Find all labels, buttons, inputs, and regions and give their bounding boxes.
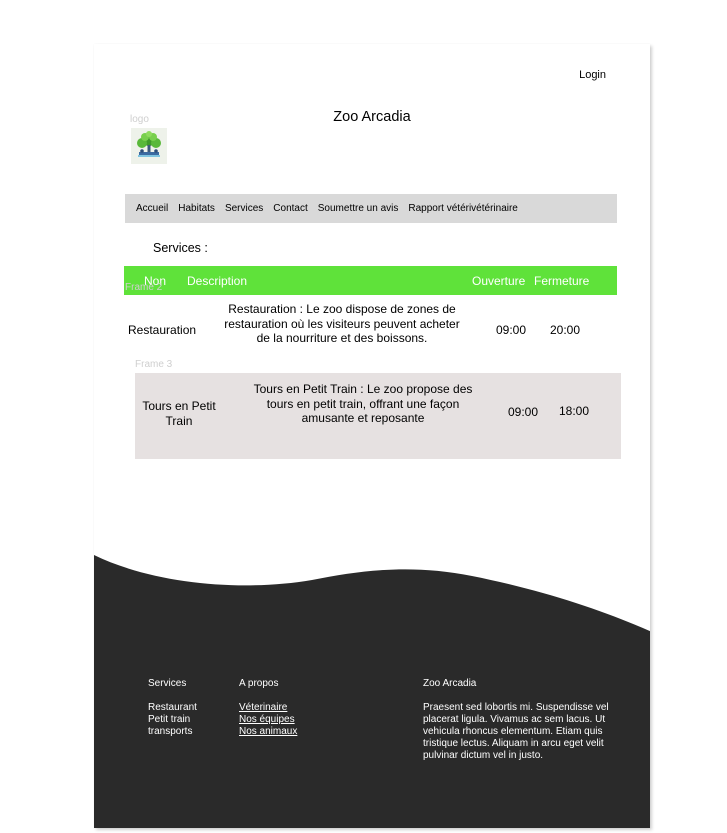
site-title: Zoo Arcadia (333, 109, 411, 125)
footer-brand-column: Zoo Arcadia Praesent sed lobortis mi. Su… (423, 678, 621, 762)
footer-link-nos-equipes[interactable]: Nos équipes (239, 714, 297, 726)
row-1-description: Restauration : Le zoo dispose de zones d… (224, 302, 460, 345)
nav-item-rapport-veterinaire[interactable]: Rapport vétérivétérinaire (403, 203, 523, 214)
footer-link-veterinaire[interactable]: Véterinaire (239, 702, 297, 714)
logo-image[interactable] (131, 128, 167, 164)
frame-label-2: Frame 2 (125, 282, 163, 293)
footer-services-title: Services (148, 678, 187, 689)
footer-services-item: Restaurant (148, 702, 197, 713)
nav-item-contact[interactable]: Contact (268, 203, 312, 214)
footer-services-item: Petit train (148, 714, 191, 725)
footer-apropos-column: A propos Véterinaire Nos équipes Nos ani… (239, 678, 297, 738)
row-1-ouverture: 09:00 (496, 323, 527, 337)
footer-link-nos-animaux[interactable]: Nos animaux (239, 726, 297, 738)
row-2-fermeture: 18:00 (559, 404, 590, 418)
footer-apropos-title: A propos (239, 678, 279, 689)
column-header-ouverture: Ouverture (472, 274, 526, 288)
login-link[interactable]: Login (579, 69, 606, 81)
services-table-header: Non Description Ouverture Fermeture (124, 266, 617, 295)
page-card: Login Zoo Arcadia logo Accueil Habitats … (94, 44, 650, 828)
row-2-description: Tours en Petit Train : Le zoo propose de… (253, 382, 473, 425)
row-2-ouverture: 09:00 (508, 405, 539, 419)
nav-item-habitats[interactable]: Habitats (173, 203, 220, 214)
row-2-nom: Tours en Petit Train (142, 399, 216, 428)
footer-brand-text: Praesent sed lobortis mi. Suspendisse ve… (423, 702, 609, 761)
logo-label: logo (130, 114, 149, 125)
frame-label-3: Frame 3 (135, 359, 173, 370)
footer-services-item: transports (148, 726, 193, 737)
row-1-nom: Restauration (128, 323, 197, 337)
services-section-title: Services : (153, 241, 208, 255)
nav-item-soumettre-avis[interactable]: Soumettre un avis (313, 203, 404, 214)
tree-logo-icon (131, 128, 167, 164)
table-row-2: Tours en Petit Train Tours en Petit Trai… (135, 373, 621, 459)
footer-brand-title: Zoo Arcadia (423, 678, 477, 689)
nav-item-accueil[interactable]: Accueil (125, 203, 173, 214)
nav-item-services[interactable]: Services (220, 203, 268, 214)
row-1-fermeture: 20:00 (550, 323, 581, 337)
footer-services-column: Services Restaurant Petit train transpor… (148, 678, 197, 738)
column-header-description: Description (187, 274, 248, 288)
main-nav: Accueil Habitats Services Contact Soumet… (125, 194, 617, 223)
column-header-fermeture: Fermeture (534, 274, 590, 288)
